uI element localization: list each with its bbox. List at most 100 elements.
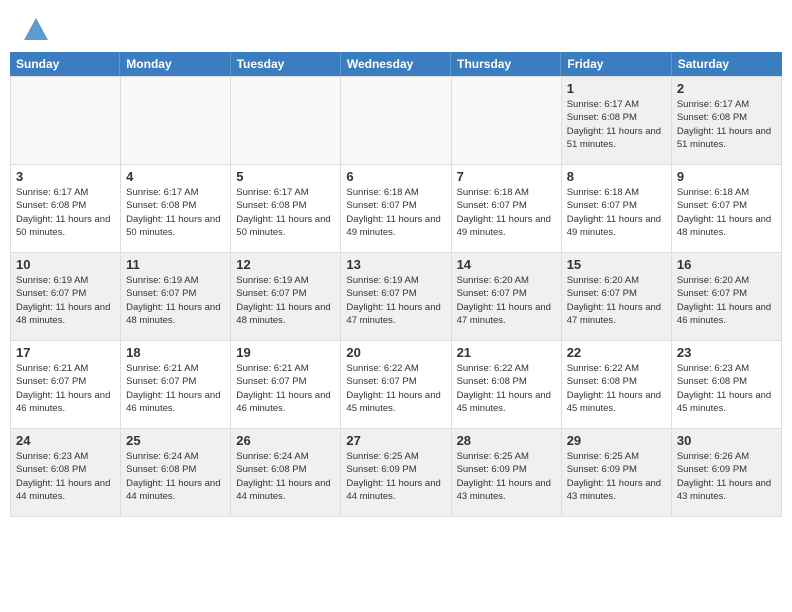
day-info: Sunrise: 6:23 AM Sunset: 6:08 PM Dayligh… <box>677 362 776 415</box>
day-info: Sunrise: 6:25 AM Sunset: 6:09 PM Dayligh… <box>567 450 666 503</box>
calendar-cell: 17 Sunrise: 6:21 AM Sunset: 6:07 PM Dayli… <box>11 341 121 429</box>
day-number: 30 <box>677 433 776 448</box>
header-day-friday: Friday <box>561 52 671 76</box>
calendar-cell: 5Sunrise: 6:17 AM Sunset: 6:08 PM Daylig… <box>231 165 341 253</box>
day-info: Sunrise: 6:24 AM Sunset: 6:08 PM Dayligh… <box>236 450 335 503</box>
day-info: Sunrise: 6:20 AM Sunset: 6:07 PM Dayligh… <box>567 274 666 327</box>
logo-icon <box>22 16 50 44</box>
day-number: 6 <box>346 169 445 184</box>
day-number: 2 <box>677 81 776 96</box>
day-number: 3 <box>16 169 115 184</box>
header-day-monday: Monday <box>120 52 230 76</box>
day-info: Sunrise: 6:18 AM Sunset: 6:07 PM Dayligh… <box>677 186 776 239</box>
day-info: Sunrise: 6:22 AM Sunset: 6:08 PM Dayligh… <box>457 362 556 415</box>
calendar-cell: 4 Sunrise: 6:17 AM Sunset: 6:08 PM Daylig… <box>121 165 231 253</box>
day-number: 19 <box>236 345 335 360</box>
calendar-cell: 10 Sunrise: 6:19 AM Sunset: 6:07 PM Dayli… <box>11 253 121 341</box>
day-number: 9 <box>677 169 776 184</box>
calendar-cell: 16Sunrise: 6:20 AM Sunset: 6:07 PM Dayli… <box>672 253 782 341</box>
day-number: 18 <box>126 345 225 360</box>
day-number: 23 <box>677 345 776 360</box>
day-number: 13 <box>346 257 445 272</box>
calendar-cell: 20 Sunrise: 6:22 AM Sunset: 6:07 PM Dayli… <box>341 341 451 429</box>
day-info: Sunrise: 6:21 AM Sunset: 6:07 PM Dayligh… <box>126 362 225 415</box>
day-info: Sunrise: 6:21 AM Sunset: 6:07 PM Dayligh… <box>16 362 115 415</box>
day-number: 10 <box>16 257 115 272</box>
calendar-cell: 23 Sunrise: 6:23 AM Sunset: 6:08 PM Dayli… <box>672 341 782 429</box>
day-number: 7 <box>457 169 556 184</box>
calendar-cell: 30 Sunrise: 6:26 AM Sunset: 6:09 PM Dayli… <box>672 429 782 517</box>
day-number: 15 <box>567 257 666 272</box>
day-number: 8 <box>567 169 666 184</box>
calendar-cell: 11 Sunrise: 6:19 AM Sunset: 6:07 PM Dayli… <box>121 253 231 341</box>
calendar-cell: 21 Sunrise: 6:22 AM Sunset: 6:08 PM Dayli… <box>452 341 562 429</box>
day-number: 22 <box>567 345 666 360</box>
day-info: Sunrise: 6:17 AM Sunset: 6:08 PM Dayligh… <box>126 186 225 239</box>
day-info: Sunrise: 6:25 AM Sunset: 6:09 PM Dayligh… <box>457 450 556 503</box>
day-number: 4 <box>126 169 225 184</box>
day-number: 1 <box>567 81 666 96</box>
header-day-saturday: Saturday <box>672 52 782 76</box>
day-info: Sunrise: 6:19 AM Sunset: 6:07 PM Dayligh… <box>236 274 335 327</box>
day-number: 12 <box>236 257 335 272</box>
day-info: Sunrise: 6:22 AM Sunset: 6:07 PM Dayligh… <box>346 362 445 415</box>
header-day-sunday: Sunday <box>10 52 120 76</box>
day-info: Sunrise: 6:26 AM Sunset: 6:09 PM Dayligh… <box>677 450 776 503</box>
calendar-cell: 28 Sunrise: 6:25 AM Sunset: 6:09 PM Dayli… <box>452 429 562 517</box>
day-info: Sunrise: 6:24 AM Sunset: 6:08 PM Dayligh… <box>126 450 225 503</box>
day-number: 17 <box>16 345 115 360</box>
day-info: Sunrise: 6:25 AM Sunset: 6:09 PM Dayligh… <box>346 450 445 503</box>
day-info: Sunrise: 6:19 AM Sunset: 6:07 PM Dayligh… <box>16 274 115 327</box>
day-info: Sunrise: 6:18 AM Sunset: 6:07 PM Dayligh… <box>567 186 666 239</box>
day-info: Sunrise: 6:17 AM Sunset: 6:08 PM Dayligh… <box>677 98 776 151</box>
day-number: 24 <box>16 433 115 448</box>
day-number: 28 <box>457 433 556 448</box>
header-day-thursday: Thursday <box>451 52 561 76</box>
day-info: Sunrise: 6:20 AM Sunset: 6:07 PM Dayligh… <box>677 274 776 327</box>
day-info: Sunrise: 6:19 AM Sunset: 6:07 PM Dayligh… <box>346 274 445 327</box>
calendar-cell <box>121 77 231 165</box>
calendar-cell: 3 Sunrise: 6:17 AM Sunset: 6:08 PM Daylig… <box>11 165 121 253</box>
calendar-cell <box>341 77 451 165</box>
day-number: 20 <box>346 345 445 360</box>
calendar-cell: 24 Sunrise: 6:23 AM Sunset: 6:08 PM Dayli… <box>11 429 121 517</box>
calendar-cell <box>452 77 562 165</box>
day-number: 27 <box>346 433 445 448</box>
calendar-cell: 14 Sunrise: 6:20 AM Sunset: 6:07 PM Dayli… <box>452 253 562 341</box>
day-number: 25 <box>126 433 225 448</box>
calendar-cell: 27 Sunrise: 6:25 AM Sunset: 6:09 PM Dayli… <box>341 429 451 517</box>
calendar-cell: 1 Sunrise: 6:17 AM Sunset: 6:08 PM Daylig… <box>562 77 672 165</box>
calendar-cell: 8 Sunrise: 6:18 AM Sunset: 6:07 PM Daylig… <box>562 165 672 253</box>
calendar-cell: 15 Sunrise: 6:20 AM Sunset: 6:07 PM Dayli… <box>562 253 672 341</box>
day-number: 11 <box>126 257 225 272</box>
day-info: Sunrise: 6:18 AM Sunset: 6:07 PM Dayligh… <box>457 186 556 239</box>
day-info: Sunrise: 6:21 AM Sunset: 6:07 PM Dayligh… <box>236 362 335 415</box>
day-number: 26 <box>236 433 335 448</box>
calendar-cell: 6 Sunrise: 6:18 AM Sunset: 6:07 PM Daylig… <box>341 165 451 253</box>
day-info: Sunrise: 6:17 AM Sunset: 6:08 PM Dayligh… <box>567 98 666 151</box>
day-number: 21 <box>457 345 556 360</box>
calendar-cell: 29 Sunrise: 6:25 AM Sunset: 6:09 PM Dayli… <box>562 429 672 517</box>
day-info: Sunrise: 6:22 AM Sunset: 6:08 PM Dayligh… <box>567 362 666 415</box>
header-day-wednesday: Wednesday <box>341 52 451 76</box>
day-info: Sunrise: 6:18 AM Sunset: 6:07 PM Dayligh… <box>346 186 445 239</box>
calendar-cell: 18 Sunrise: 6:21 AM Sunset: 6:07 PM Dayli… <box>121 341 231 429</box>
calendar-cell: 19 Sunrise: 6:21 AM Sunset: 6:07 PM Dayli… <box>231 341 341 429</box>
day-number: 14 <box>457 257 556 272</box>
logo <box>20 16 50 44</box>
day-info: Sunrise: 6:20 AM Sunset: 6:07 PM Dayligh… <box>457 274 556 327</box>
day-info: Sunrise: 6:17 AM Sunset: 6:08 PM Dayligh… <box>16 186 115 239</box>
header-day-tuesday: Tuesday <box>231 52 341 76</box>
calendar-cell <box>231 77 341 165</box>
calendar-cell: 7 Sunrise: 6:18 AM Sunset: 6:07 PM Daylig… <box>452 165 562 253</box>
calendar-cell <box>11 77 121 165</box>
calendar-body: 1 Sunrise: 6:17 AM Sunset: 6:08 PM Daylig… <box>10 76 782 517</box>
calendar-cell: 25 Sunrise: 6:24 AM Sunset: 6:08 PM Dayli… <box>121 429 231 517</box>
calendar-cell: 26 Sunrise: 6:24 AM Sunset: 6:08 PM Dayli… <box>231 429 341 517</box>
day-info: Sunrise: 6:23 AM Sunset: 6:08 PM Dayligh… <box>16 450 115 503</box>
calendar-cell: 22 Sunrise: 6:22 AM Sunset: 6:08 PM Dayli… <box>562 341 672 429</box>
calendar-cell: 2 Sunrise: 6:17 AM Sunset: 6:08 PM Daylig… <box>672 77 782 165</box>
day-number: 29 <box>567 433 666 448</box>
calendar: SundayMondayTuesdayWednesdayThursdayFrid… <box>0 52 792 527</box>
day-info: Sunrise: 6:19 AM Sunset: 6:07 PM Dayligh… <box>126 274 225 327</box>
